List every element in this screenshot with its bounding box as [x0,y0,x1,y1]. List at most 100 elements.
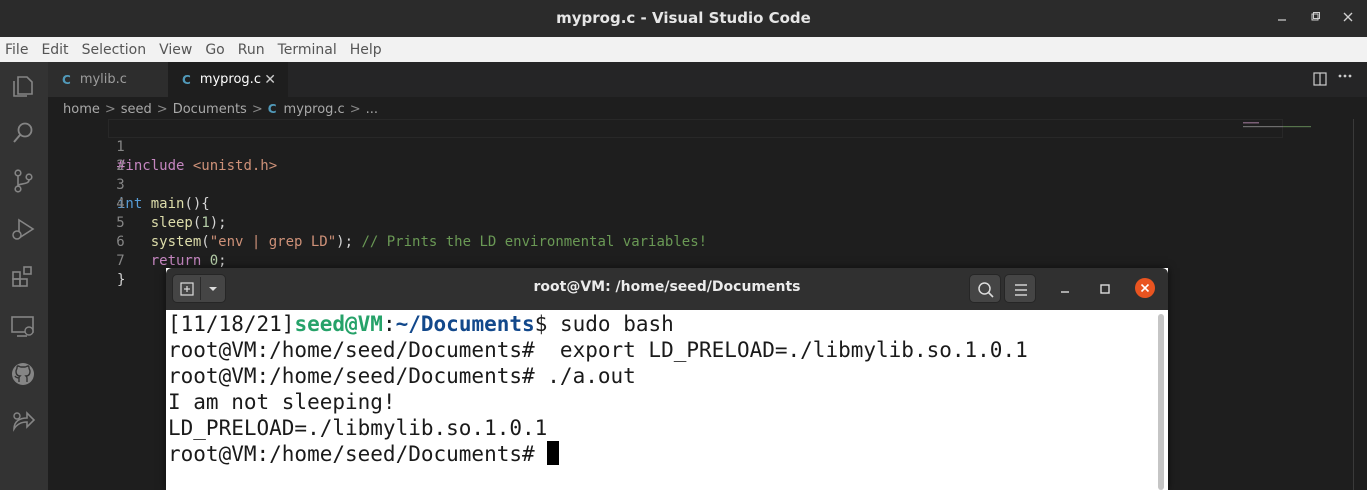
number-literal: 0 [209,253,219,269]
terminal-line: [11/18/21]seed@VM:~/Documents$ sudo bash [168,311,674,337]
c-file-icon: C [267,102,277,116]
restore-icon[interactable] [1306,10,1324,28]
string-literal: "env | grep LD" [209,234,337,250]
code-punct: ); [336,234,362,250]
line-number: 7 [116,253,125,269]
remote-explorer-icon[interactable] [9,312,37,340]
line-number: 5 [116,215,125,231]
code-line: 5 system("env | grep LD"); // Prints the… [48,195,707,250]
breadcrumb-separator: > [251,101,263,117]
terminal-line: root@VM:/home/seed/Documents# ./a.out [168,364,636,388]
number-literal: 1 [201,215,210,231]
prompt-date: [11/18/21] [168,312,295,336]
terminal-scrollbar[interactable] [1158,314,1164,490]
hamburger-icon [1015,284,1027,296]
menu-help[interactable]: Help [350,42,382,58]
window-title: myprog.c - Visual Studio Code [556,9,811,27]
code-comment: // Prints the LD environmental variables… [361,234,708,250]
editor-scrollbar[interactable] [1353,119,1354,490]
prompt-path: ~/Documents [395,312,535,336]
maximize-icon[interactable] [1098,282,1112,296]
more-actions-icon[interactable] [1337,68,1353,88]
return-keyword: return [150,253,202,269]
code-line: 4 sleep(1); [48,176,226,231]
menu-file[interactable]: File [5,42,28,58]
code-punct: ; [218,253,227,269]
code-punct: } [117,272,126,288]
include-header: <unistd.h> [192,158,278,174]
github-icon[interactable] [9,360,37,388]
activity-bar [0,62,48,490]
code-line: 2 [48,138,124,174]
function-name: main [150,196,185,212]
split-editor-icon[interactable] [1313,72,1327,86]
terminal-line: LD_PRELOAD=./libmylib.so.1.0.1 [168,416,548,440]
extensions-icon[interactable] [9,263,37,291]
tab-mylib[interactable]: C mylib.c [48,62,168,97]
editor-tab-bar: C mylib.c C myprog.c ✕ [48,62,1367,97]
code-line: 6 return 0; [48,214,226,269]
search-icon [978,282,994,298]
breadcrumb-symbol[interactable]: ... [366,102,378,117]
minimap[interactable] [1243,122,1313,132]
breadcrumb-seed[interactable]: seed [121,102,152,117]
code-punct: ( [201,234,210,250]
breadcrumb-separator: > [104,101,116,117]
menu-run[interactable]: Run [238,42,265,58]
terminal-output[interactable]: [11/18/21]seed@VM:~/Documents$ sudo bash… [166,310,1168,490]
command-text: $ sudo bash [534,312,674,336]
menu-go[interactable]: Go [205,42,224,58]
function-call: system [150,234,202,250]
line-number: 6 [116,234,125,250]
search-icon[interactable] [9,119,37,147]
tab-myprog[interactable]: C myprog.c ✕ [168,62,288,97]
terminal-cursor [547,441,560,465]
breadcrumb-separator: > [156,101,168,117]
menu-edit[interactable]: Edit [41,42,68,58]
breadcrumb: home > seed > Documents > C myprog.c > .… [63,99,378,119]
line-number: 3 [116,177,125,193]
line-number: 2 [116,158,125,174]
c-file-icon: C [182,72,191,87]
current-line-highlight [108,119,1283,138]
terminal-header: root@VM: /home/seed/Documents [166,268,1168,310]
live-share-icon[interactable] [9,407,37,435]
line-number: 4 [116,196,125,212]
code-line: 7 } [48,233,125,288]
source-control-icon[interactable] [9,167,37,195]
prompt-colon: : [382,312,396,336]
terminal-search-button[interactable] [969,274,1001,303]
breadcrumb-home[interactable]: home [63,102,100,117]
terminal-line: I am not sleeping! [168,390,396,414]
close-icon[interactable] [1135,278,1155,298]
minimize-icon[interactable] [1273,10,1291,28]
tab-close-icon[interactable]: ✕ [264,72,276,88]
code-punct: ); [209,215,227,231]
window-titlebar: myprog.c - Visual Studio Code [0,0,1367,37]
close-icon[interactable] [1339,10,1357,28]
breadcrumb-separator: > [349,101,361,117]
menu-terminal[interactable]: Terminal [278,42,337,58]
breadcrumb-documents[interactable]: Documents [173,102,247,117]
breadcrumb-file[interactable]: myprog.c [284,102,345,117]
tab-label: mylib.c [79,72,127,87]
terminal-line: root@VM:/home/seed/Documents# [168,441,560,467]
terminal-line: root@VM:/home/seed/Documents# export LD_… [168,338,1028,362]
menu-selection[interactable]: Selection [82,42,147,58]
c-file-icon: C [62,72,71,87]
code-line: 1 #include <unistd.h> [48,119,277,174]
code-punct: (){ [184,196,210,212]
line-number: 1 [116,139,125,155]
terminal-menu-button[interactable] [1004,274,1036,303]
preprocessor-directive: #include [117,158,185,174]
prompt-user: seed@VM [294,312,383,336]
terminal-window[interactable]: root@VM: /home/seed/Documents [11/18/21]… [166,268,1168,490]
minimize-icon[interactable] [1058,282,1072,296]
menu-bar: File Edit Selection View Go Run Terminal… [0,37,1367,62]
tab-label: myprog.c [199,72,261,87]
menu-view[interactable]: View [159,42,192,58]
explorer-icon[interactable] [9,72,37,100]
run-debug-icon[interactable] [9,215,37,243]
function-call: sleep [150,215,193,231]
prompt-text: root@VM:/home/seed/Documents# [168,442,548,466]
